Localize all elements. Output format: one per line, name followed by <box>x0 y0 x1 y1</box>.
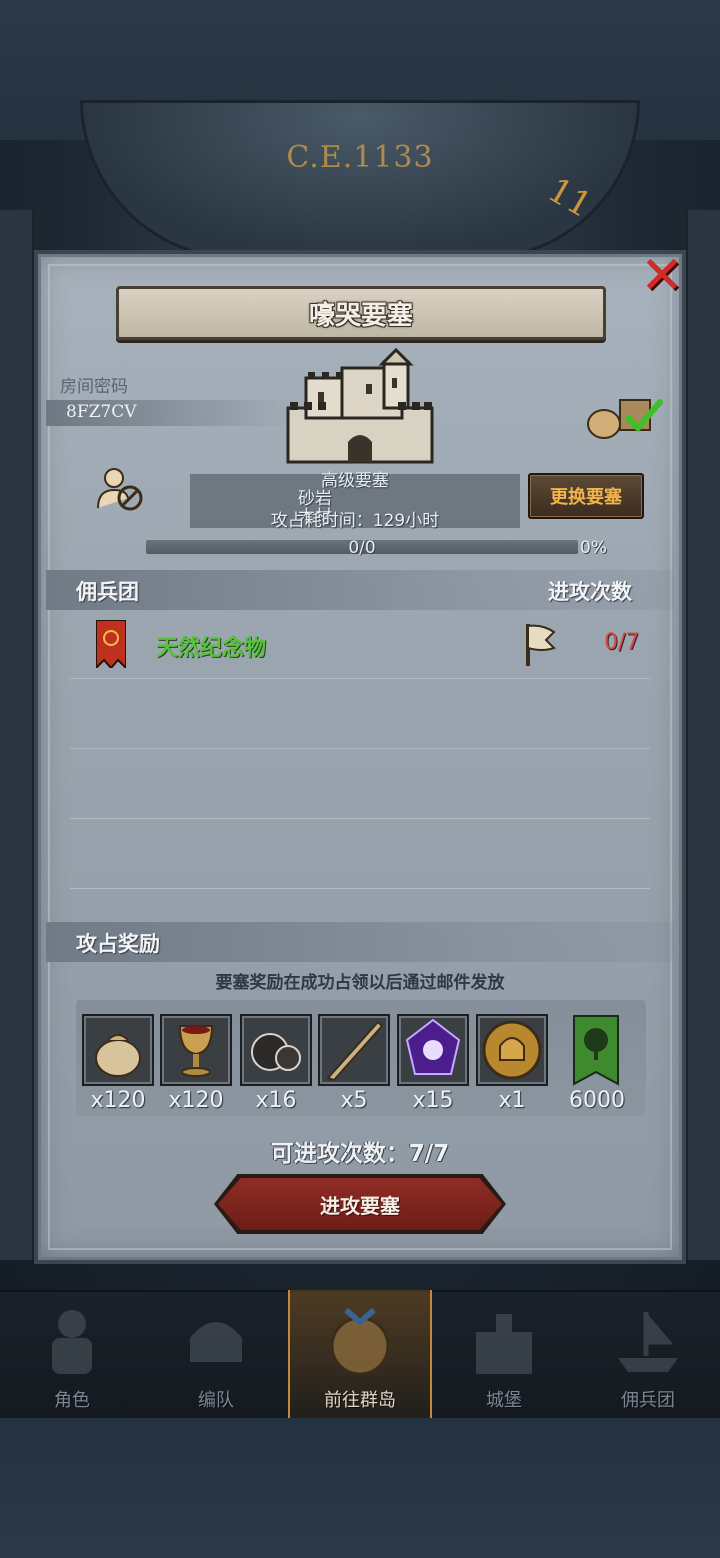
nav-label: 城堡 <box>486 1390 522 1411</box>
reward-ore[interactable] <box>240 1014 312 1086</box>
side-strip-right <box>686 210 720 1260</box>
row-divider <box>70 678 650 679</box>
reward-qty: x5 <box>340 1088 368 1113</box>
helmet-icon <box>190 1322 242 1362</box>
castle-icon <box>476 1314 532 1374</box>
nav-characters[interactable]: 角色 <box>0 1290 144 1418</box>
helmet-medal-icon <box>482 1020 542 1080</box>
tree-banner-icon[interactable] <box>572 1014 620 1086</box>
mercenary-attack-count: 0/7 <box>604 630 640 655</box>
mercenary-section-title: 佣兵团 <box>76 580 139 604</box>
reward-qty: 6000 <box>569 1088 625 1113</box>
nav-label: 佣兵团 <box>621 1390 675 1411</box>
nav-label: 前往群岛 <box>324 1390 396 1411</box>
attacks-header: 进攻次数 <box>548 580 632 604</box>
capture-time: 攻占耗时间：129小时 <box>270 511 440 531</box>
sack-icon <box>95 1034 141 1077</box>
nav-label: 角色 <box>54 1390 90 1411</box>
knight-icon <box>52 1310 92 1374</box>
row-divider <box>70 888 650 889</box>
row-divider <box>70 748 650 749</box>
reward-qty: x15 <box>412 1088 454 1113</box>
reward-qty: x120 <box>90 1088 146 1113</box>
nav-mercenaries[interactable]: 佣兵团 <box>576 1290 720 1418</box>
crystal-icon <box>405 1018 461 1075</box>
no-player-icon[interactable] <box>96 466 144 512</box>
title-banner: 嚎哭要塞 <box>116 286 606 340</box>
room-code[interactable]: 8FZ7CV <box>66 402 137 422</box>
map-compass-icon <box>330 1307 390 1376</box>
ore-icon <box>251 1033 301 1071</box>
close-button[interactable]: ✕ <box>636 250 688 302</box>
attack-button-label: 进攻要塞 <box>320 1193 400 1218</box>
reward-qty: x120 <box>168 1088 224 1113</box>
supplies-confirmed-icon[interactable] <box>584 390 664 440</box>
fortress-info: 高级要塞 砂岩 木材 攻占耗时间：129小时 <box>190 466 520 531</box>
reward-goblet[interactable] <box>160 1014 232 1086</box>
attack-fortress-button[interactable]: 进攻要塞 <box>218 1178 502 1230</box>
remaining-attacks: 可进攻次数：7/7 <box>270 1141 450 1167</box>
progress-percent: 0% <box>580 538 607 558</box>
ship-icon <box>618 1312 678 1372</box>
reward-crystal[interactable] <box>397 1014 469 1086</box>
room-code-label: 房间密码 <box>60 377 128 397</box>
rewards-note: 要塞奖励在成功占领以后通过邮件发放 <box>215 973 505 993</box>
close-icon: ✕ <box>640 246 684 306</box>
row-divider <box>70 818 650 819</box>
reward-horn[interactable] <box>318 1014 390 1086</box>
mercenary-name: 天然纪念物 <box>156 636 267 661</box>
bottom-band <box>0 1418 720 1558</box>
reward-qty: x1 <box>498 1088 526 1113</box>
nav-formation[interactable]: 编队 <box>144 1290 288 1418</box>
reward-helmet-medal[interactable] <box>476 1014 548 1086</box>
rewards-section-title: 攻占奖励 <box>76 932 160 956</box>
dialog-title: 嚎哭要塞 <box>308 300 413 331</box>
reward-qty: x16 <box>255 1088 297 1113</box>
goblet-icon <box>178 1025 214 1077</box>
reward-sack[interactable] <box>82 1014 154 1086</box>
horn-icon <box>326 1020 384 1082</box>
attack-flag-icon <box>526 624 556 666</box>
progress-count: 0/0 <box>348 538 376 558</box>
mercenary-row[interactable]: 天然纪念物 0/7 <box>70 616 650 676</box>
fortress-icon <box>286 348 434 464</box>
nav-label: 编队 <box>198 1390 234 1411</box>
guild-banner-icon <box>96 620 126 668</box>
nav-castle[interactable]: 城堡 <box>432 1290 576 1418</box>
nav-islands[interactable]: 前往群岛 <box>288 1290 432 1418</box>
change-fortress-button[interactable]: 更换要塞 <box>528 473 644 519</box>
era-label: C.E.1133 <box>286 140 434 175</box>
side-strip-left <box>0 210 34 1260</box>
